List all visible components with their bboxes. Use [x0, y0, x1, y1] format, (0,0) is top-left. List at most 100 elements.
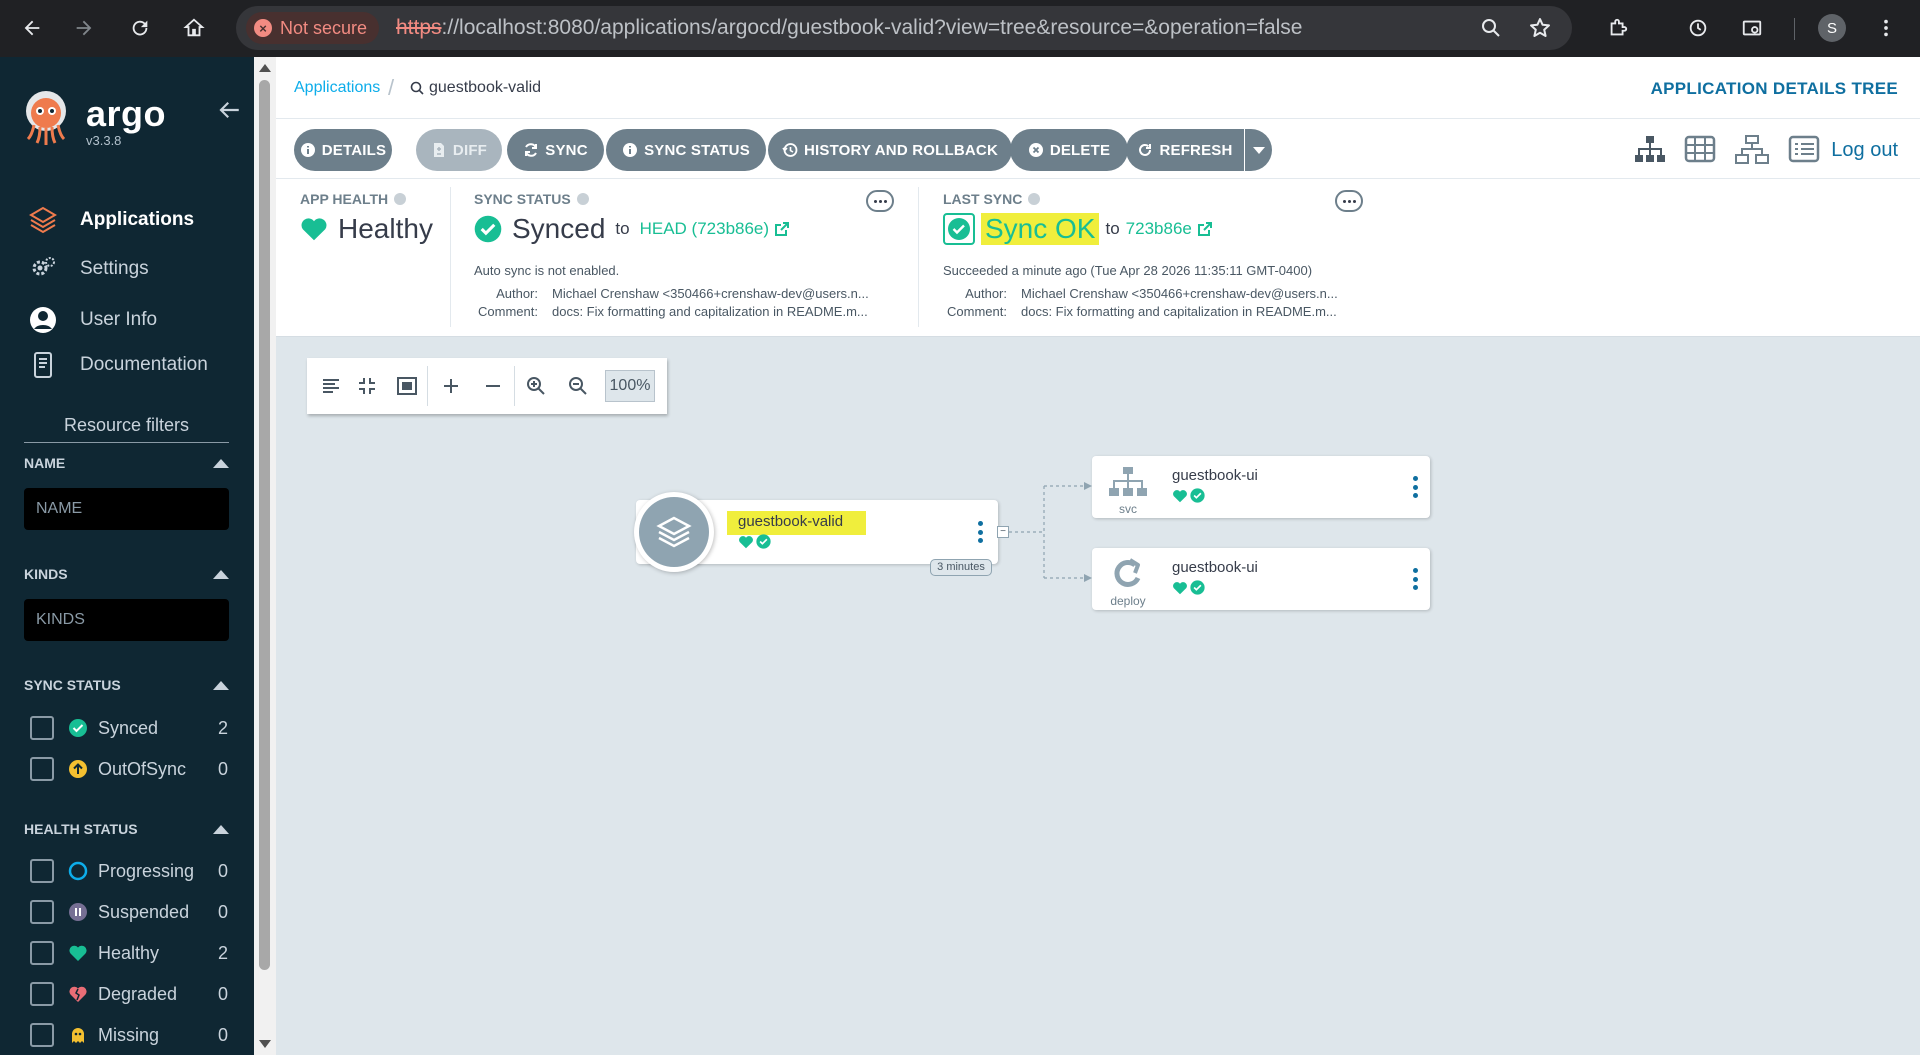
network-view-icon[interactable] [1734, 133, 1770, 167]
help-icon[interactable] [1028, 193, 1041, 205]
diff-button[interactable]: DIFF [416, 129, 502, 171]
brand-name: argo [86, 93, 167, 134]
help-icon[interactable] [394, 193, 407, 205]
sync-status-more-button[interactable] [866, 190, 894, 212]
filter-label: Degraded [98, 983, 178, 1004]
tab-search-button[interactable] [1732, 8, 1772, 48]
collapse-all-button[interactable] [479, 372, 507, 400]
zoom-out-button[interactable] [564, 372, 592, 400]
collapse-sidebar-arrow-icon[interactable] [216, 97, 242, 123]
sync-status-filter-header[interactable]: SYNC STATUS [24, 677, 229, 693]
address-bar[interactable]: × Not secure https://localhost:8080/appl… [236, 6, 1572, 50]
collapse-node-button[interactable]: − [997, 526, 1009, 538]
refresh-dropdown-button[interactable] [1245, 129, 1272, 171]
sync-revision-link[interactable]: HEAD (723b86e) [640, 219, 790, 239]
resource-menu-icon[interactable] [1412, 568, 1418, 590]
list-view-icon[interactable] [1786, 133, 1822, 167]
logout-link[interactable]: Log out [1831, 139, 1898, 162]
home-button[interactable] [174, 8, 214, 48]
forward-button[interactable] [64, 8, 104, 48]
chevron-down-icon [1252, 146, 1265, 154]
checkbox[interactable] [30, 982, 54, 1006]
fit-button[interactable] [393, 372, 421, 400]
browser-menu-button[interactable] [1866, 8, 1906, 48]
scroll-down-arrow-icon[interactable] [259, 1040, 271, 1048]
resource-menu-icon[interactable] [1412, 476, 1418, 498]
last-sync-more-button[interactable] [1335, 190, 1363, 212]
url-text[interactable]: https://localhost:8080/applications/argo… [396, 16, 1303, 40]
app-node-icon-circle [634, 492, 714, 572]
resource-name: guestbook-ui [1172, 467, 1258, 484]
scroll-up-arrow-icon[interactable] [259, 64, 271, 72]
layers-icon [656, 516, 692, 548]
checkbox[interactable] [30, 1023, 54, 1047]
help-icon[interactable] [576, 193, 589, 205]
history-button[interactable] [1678, 8, 1718, 48]
url-rest: ://localhost:8080/applications/argocd/gu… [441, 16, 1303, 39]
extensions-button[interactable] [1598, 8, 1638, 48]
app-node-age: 3 minutes [930, 559, 992, 576]
resource-node-service[interactable]: svc guestbook-ui [1092, 456, 1430, 518]
last-sync-revision-link[interactable]: 723b86e [1126, 219, 1213, 239]
kinds-filter-input[interactable]: KINDS [24, 599, 229, 641]
sync-status-label: SYNC STATUS [644, 141, 750, 159]
compact-button[interactable] [353, 372, 381, 400]
zoom-in-button[interactable] [522, 372, 550, 400]
details-button[interactable]: DETAILS [294, 129, 392, 171]
expand-all-button[interactable] [437, 372, 465, 400]
sync-label: SYNC [545, 141, 588, 159]
filter-healthy[interactable]: Healthy 2 [30, 939, 228, 967]
sidebar-item-user-info[interactable]: User Info [28, 303, 157, 337]
breadcrumb-applications[interactable]: Applications [294, 79, 380, 97]
checkbox[interactable] [30, 859, 54, 883]
filter-label: Missing [98, 1024, 160, 1045]
sync-button[interactable]: SYNC [507, 129, 604, 171]
checkbox[interactable] [30, 900, 54, 924]
profile-avatar[interactable]: S [1818, 14, 1846, 42]
kinds-filter-label: KINDS [24, 566, 68, 582]
name-filter-input[interactable]: NAME [24, 488, 229, 530]
kinds-filter-header[interactable]: KINDS [24, 566, 229, 582]
sidebar-item-settings[interactable]: Settings [28, 252, 149, 286]
reload-button[interactable] [120, 8, 160, 48]
sidebar-item-applications[interactable]: Applications [28, 203, 194, 237]
bookmark-star-icon[interactable] [1528, 16, 1552, 40]
service-icon [1106, 466, 1150, 498]
divider [918, 187, 919, 327]
checkbox[interactable] [30, 757, 54, 781]
zoom-level[interactable]: 100% [605, 370, 655, 402]
align-button[interactable] [317, 372, 345, 400]
pods-grid-view-icon[interactable] [1682, 133, 1718, 167]
filter-synced[interactable]: Synced 2 [30, 714, 228, 742]
filter-progressing[interactable]: Progressing 0 [30, 857, 228, 885]
sync-status-button[interactable]: SYNC STATUS [606, 129, 766, 171]
zoom-search-icon[interactable] [1479, 16, 1503, 40]
delete-button[interactable]: DELETE [1010, 129, 1128, 171]
divider [514, 366, 515, 406]
health-status-filter-header[interactable]: HEALTH STATUS [24, 821, 229, 837]
sync-status-label: SYNC STATUS [474, 191, 589, 207]
app-health-value: Healthy [300, 213, 433, 245]
sync-status-text: Synced [512, 213, 606, 244]
tree-view-icon[interactable] [1632, 133, 1668, 167]
graph-toolbar: 100% [307, 358, 667, 414]
history-rollback-button[interactable]: HISTORY AND ROLLBACK [768, 129, 1012, 171]
health-status-filter-label: HEALTH STATUS [24, 821, 138, 837]
filter-degraded[interactable]: Degraded 0 [30, 980, 228, 1008]
sidebar-item-documentation[interactable]: Documentation [28, 348, 208, 382]
name-filter-header[interactable]: NAME [24, 455, 229, 471]
sidebar-scrollbar-thumb[interactable] [259, 80, 270, 970]
checkbox[interactable] [30, 716, 54, 740]
filter-suspended[interactable]: Suspended 0 [30, 898, 228, 926]
back-button[interactable] [12, 8, 52, 48]
resource-node-deployment[interactable]: deploy guestbook-ui [1092, 548, 1430, 610]
app-node-menu-icon[interactable] [977, 521, 983, 543]
security-chip[interactable]: × Not secure [246, 12, 380, 44]
deployment-icon [1106, 558, 1150, 590]
zoom-in-icon [527, 377, 545, 395]
refresh-button[interactable]: REFRESH [1126, 129, 1244, 171]
sync-status-label-text: SYNC STATUS [474, 191, 571, 207]
filter-missing[interactable]: Missing 0 [30, 1021, 228, 1049]
filter-outofsync[interactable]: OutOfSync 0 [30, 755, 228, 783]
checkbox[interactable] [30, 941, 54, 965]
